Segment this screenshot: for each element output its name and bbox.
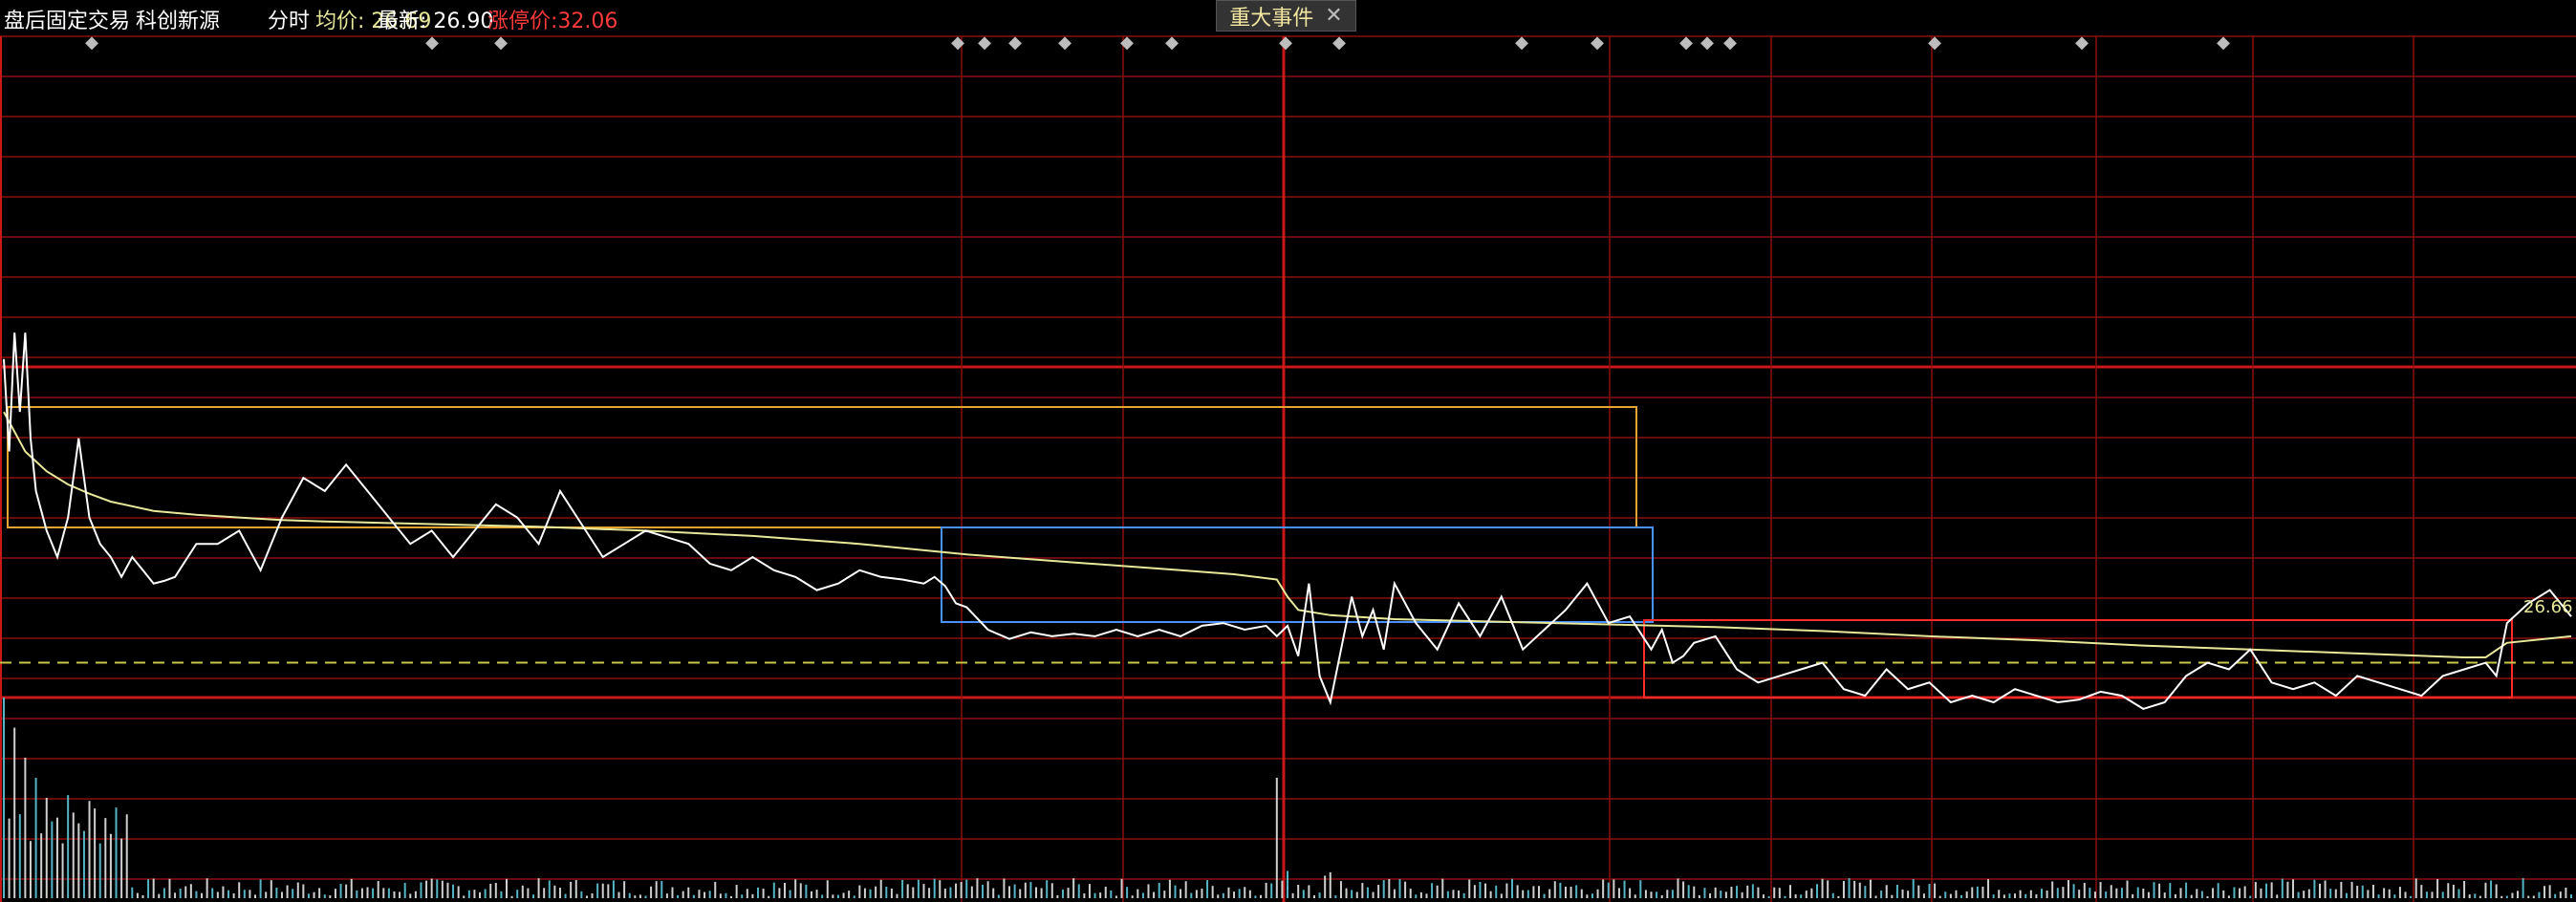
price-marker-label: 26.66: [2523, 597, 2573, 617]
stock-name: 科创新源: [136, 10, 221, 33]
major-events-tab[interactable]: 重大事件 ✕: [1216, 0, 1356, 32]
annotation-box-orange: [7, 406, 1637, 528]
view-mode-label[interactable]: 分时: [268, 4, 310, 34]
intraday-chart[interactable]: ◆ ◆ ◆ ◆ ◆ ◆ ◆ ◆ ◆ ◆ ◆ ◆ ◆ ◆ ◆ ◆ ◆ ◆ ◆ 26.66: [0, 0, 2576, 902]
volume-bars: [3, 698, 2572, 898]
price-line: [3, 333, 2572, 710]
trading-mode-label: 盘后固定交易: [4, 10, 131, 33]
annotation-box-red: [1643, 619, 2513, 698]
chart-header: 盘后固定交易 科创新源 分时 均价: 26.69 最新: 26.90 涨停价:3…: [0, 0, 2576, 36]
annotation-boxes: [7, 406, 2513, 698]
last-price-readout: 最新: 26.90: [378, 10, 494, 33]
major-events-label[interactable]: 重大事件: [1229, 1, 1313, 32]
close-icon[interactable]: ✕: [1325, 5, 1342, 27]
limit-up-price-readout: 涨停价:32.06: [487, 10, 618, 33]
chart-grid: [0, 35, 2576, 902]
